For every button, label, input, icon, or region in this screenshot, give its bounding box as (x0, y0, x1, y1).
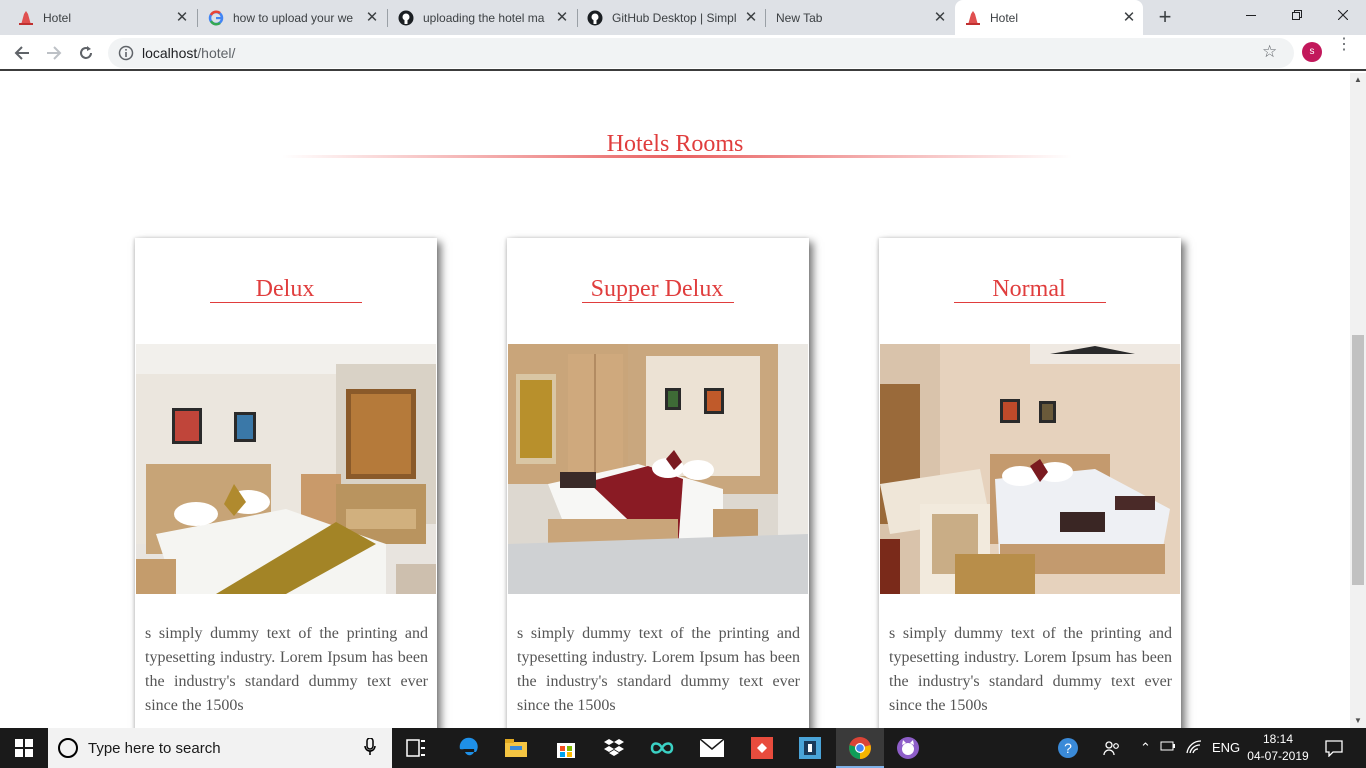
tab-title: GitHub Desktop | Simpl (612, 10, 737, 25)
task-view-icon[interactable] (402, 734, 430, 762)
room-name-underline (210, 302, 362, 303)
menu-kebab-icon[interactable]: ⋮ (1336, 37, 1352, 53)
clock-time: 18:14 (1262, 732, 1294, 746)
url-path: /hotel/ (197, 45, 236, 61)
taskbar-clock[interactable]: 18:14 04-07-2019 (1244, 731, 1312, 765)
hotel-favicon-icon (18, 10, 34, 26)
close-tab-icon[interactable]: ✕ (554, 9, 570, 26)
hotel-favicon-icon (965, 10, 981, 26)
url-text: localhost/hotel/ (142, 45, 235, 61)
close-tab-icon[interactable]: ✕ (364, 9, 380, 26)
cortana-icon (58, 738, 78, 758)
room-photo (136, 344, 436, 594)
tab-title: New Tab (776, 10, 823, 25)
people-icon[interactable] (1098, 734, 1126, 762)
browser-toolbar: localhost/hotel/ ☆ s ⋮ (0, 35, 1366, 71)
tab-hotel-active[interactable]: Hotel ✕ (955, 0, 1143, 35)
taskbar-search-box[interactable]: Type here to search (48, 728, 392, 768)
info-icon[interactable] (118, 45, 134, 61)
notification-center-icon[interactable] (1320, 734, 1348, 762)
chrome-taskbar-active[interactable] (836, 728, 884, 768)
tab-google-search[interactable]: how to upload your we ✕ (198, 0, 386, 35)
scroll-down-arrow-icon[interactable]: ▼ (1350, 714, 1366, 728)
reload-icon[interactable] (72, 39, 100, 67)
windows-start-icon[interactable] (0, 728, 48, 768)
dropbox-icon[interactable] (600, 734, 628, 762)
tab-github-desktop[interactable]: GitHub Desktop | Simpl ✕ (577, 0, 765, 35)
section-title: Hotels Rooms (606, 131, 744, 157)
language-indicator[interactable]: ENG (1212, 740, 1240, 755)
room-name-underline (582, 302, 734, 303)
chrome-icon (846, 734, 874, 762)
close-window-icon[interactable] (1320, 0, 1366, 30)
wifi-icon[interactable] (1186, 740, 1202, 757)
page-viewport: Hotels Rooms Delux s simply dummy text o… (0, 73, 1350, 728)
restore-window-icon[interactable] (1274, 0, 1320, 30)
scrollbar-thumb[interactable] (1352, 335, 1364, 585)
address-bar[interactable]: localhost/hotel/ (108, 38, 1294, 68)
infinity-app-icon[interactable] (648, 734, 676, 762)
tab-new-tab[interactable]: New Tab ✕ (766, 0, 954, 35)
tab-github-upload[interactable]: uploading the hotel ma ✕ (388, 0, 576, 35)
url-host: localhost (142, 45, 198, 61)
google-icon (208, 10, 224, 26)
tab-hotel-1[interactable]: Hotel ✕ (8, 0, 196, 35)
room-card-supper-delux: Supper Delux s simply dummy text of the … (507, 238, 809, 728)
new-tab-plus-icon[interactable]: + (1153, 6, 1177, 30)
close-tab-icon[interactable]: ✕ (932, 9, 948, 26)
github-desktop-icon[interactable] (894, 734, 922, 762)
search-placeholder: Type here to search (88, 740, 221, 757)
scroll-up-arrow-icon[interactable]: ▲ (1350, 73, 1366, 87)
room-description: s simply dummy text of the printing and … (145, 625, 428, 714)
room-card-delux: Delux s simply dummy text of the printin… (135, 238, 437, 728)
room-description: s simply dummy text of the printing and … (889, 625, 1172, 714)
room-name-underline (954, 302, 1106, 303)
profile-avatar[interactable]: s (1302, 42, 1322, 62)
room-name: Supper Delux (590, 276, 724, 302)
bookmark-star-icon[interactable]: ☆ (1262, 42, 1277, 62)
room-name: Delux (255, 276, 315, 302)
browser-tab-strip: Hotel ✕ how to upload your we ✕ uploadin… (0, 0, 1366, 35)
room-name: Normal (992, 276, 1066, 302)
back-arrow-icon[interactable] (8, 39, 36, 67)
forward-arrow-icon[interactable] (40, 39, 68, 67)
tray-chevron-up-icon[interactable]: ⌃ (1140, 740, 1151, 756)
github-icon (587, 10, 603, 26)
room-description: s simply dummy text of the printing and … (517, 625, 800, 714)
minimize-window-icon[interactable] (1228, 0, 1274, 30)
close-tab-icon[interactable]: ✕ (743, 9, 759, 26)
tab-title: Hotel (990, 10, 1019, 25)
file-explorer-icon[interactable] (502, 734, 530, 762)
mail-icon[interactable] (698, 734, 726, 762)
power-icon[interactable] (1160, 740, 1176, 755)
close-tab-icon[interactable]: ✕ (174, 9, 190, 26)
room-card-normal: Normal s simply dummy text of the printi… (879, 238, 1181, 728)
microphone-icon[interactable] (364, 737, 376, 761)
edge-browser-icon[interactable] (454, 734, 482, 762)
close-tab-icon[interactable]: ✕ (1121, 9, 1137, 26)
room-photo (508, 344, 808, 594)
svg-text:?: ? (1064, 740, 1072, 756)
microsoft-store-icon[interactable] (552, 734, 580, 762)
help-icon[interactable]: ? (1054, 734, 1082, 762)
room-photo (880, 344, 1180, 594)
tab-title: Hotel (43, 10, 72, 25)
title-underline (282, 155, 1072, 158)
tab-title: uploading the hotel ma (423, 10, 545, 25)
windows-taskbar: Type here to search ? ⌃ ENG 18:14 04-07-… (0, 728, 1366, 768)
sourcetree-icon[interactable] (796, 734, 824, 762)
git-app-icon[interactable] (748, 734, 776, 762)
tab-title: how to upload your we (233, 10, 354, 25)
github-icon (398, 10, 414, 26)
page-scrollbar[interactable]: ▲ ▼ (1350, 73, 1366, 728)
clock-date: 04-07-2019 (1247, 749, 1309, 763)
